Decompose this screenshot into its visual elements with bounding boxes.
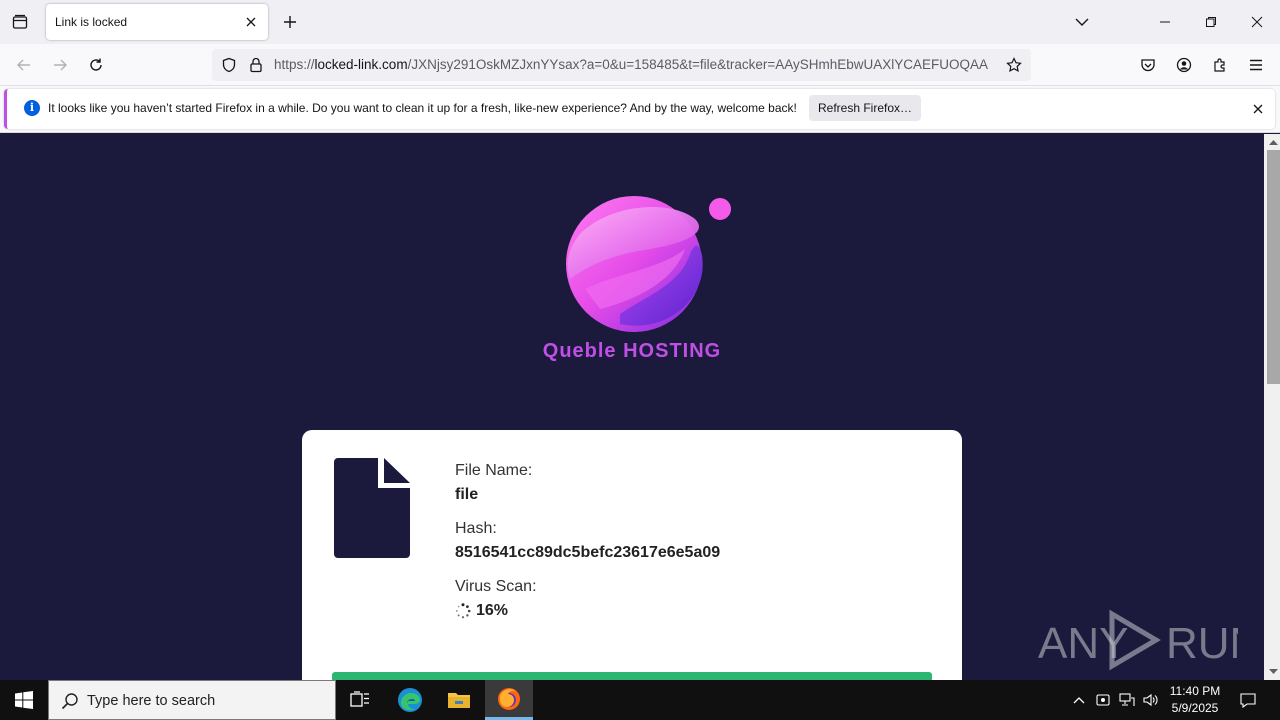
lock-icon[interactable] xyxy=(247,56,265,74)
hash-value: 8516541cc89dc5befc23617e6e5a09 xyxy=(455,544,721,561)
taskbar-search[interactable]: Type here to search xyxy=(48,680,336,720)
url-prefix: https:// xyxy=(274,57,315,72)
close-icon[interactable] xyxy=(1249,100,1267,118)
clock-time: 11:40 PM xyxy=(1169,684,1221,698)
file-name-value: file xyxy=(455,486,479,503)
notification-bar: i It looks like you haven’t started Fire… xyxy=(0,86,1280,133)
firefox-taskbar-icon[interactable] xyxy=(485,680,533,720)
network-icon[interactable] xyxy=(1116,680,1138,720)
tab-active[interactable]: Link is locked xyxy=(46,4,268,40)
new-tab-icon[interactable] xyxy=(278,10,302,34)
extensions-icon[interactable] xyxy=(1207,52,1233,78)
notification-message: It looks like you haven’t started Firefo… xyxy=(48,101,797,115)
back-icon[interactable] xyxy=(11,52,37,78)
search-placeholder: Type here to search xyxy=(87,693,216,709)
clock-date: 5/9/2025 xyxy=(1171,701,1219,715)
svg-text:RUN: RUN xyxy=(1166,619,1238,668)
refresh-firefox-button[interactable]: Refresh Firefox… xyxy=(809,95,921,121)
queble-logo xyxy=(560,194,740,334)
svg-text:ANY: ANY xyxy=(1038,619,1128,668)
file-explorer-icon[interactable] xyxy=(435,680,483,720)
notifications-icon[interactable] xyxy=(1236,680,1260,720)
taskbar: Type here to search 11:40 PM 5/9/2025 xyxy=(0,680,1280,720)
tray-chevron-icon[interactable] xyxy=(1068,680,1090,720)
tab-title: Link is locked xyxy=(55,15,128,29)
file-card: File Name: file Hash: 8516541cc89dc5befc… xyxy=(302,430,962,680)
url-bar[interactable]: https://locked-link.com/JXNjsy291OskMZJx… xyxy=(212,49,1031,81)
virus-scan-label: Virus Scan: xyxy=(455,578,537,595)
minimize-icon[interactable] xyxy=(1142,0,1188,44)
scroll-up-icon[interactable] xyxy=(1267,136,1279,148)
tab-close-icon[interactable] xyxy=(242,13,260,31)
pocket-icon[interactable] xyxy=(1135,52,1161,78)
account-icon[interactable] xyxy=(1171,52,1197,78)
info-icon: i xyxy=(24,100,40,116)
notification-box: i It looks like you haven’t started Fire… xyxy=(4,89,1275,129)
restore-icon[interactable] xyxy=(1188,0,1234,44)
reload-icon[interactable] xyxy=(83,52,109,78)
page-content: Queble HOSTING File Name: file Hash: 851… xyxy=(0,134,1264,680)
file-icon xyxy=(334,458,410,560)
firefox-view-icon[interactable] xyxy=(8,10,32,34)
forward-icon[interactable] xyxy=(47,52,73,78)
download-button[interactable] xyxy=(332,672,932,680)
virus-scan-value: 16% xyxy=(476,602,509,619)
tracking-protection-icon[interactable] xyxy=(220,56,238,74)
task-view-icon[interactable] xyxy=(336,680,384,720)
spinner-icon xyxy=(455,603,471,619)
search-icon xyxy=(61,692,79,715)
edge-icon[interactable] xyxy=(386,680,434,720)
scroll-down-icon[interactable] xyxy=(1267,666,1279,678)
close-window-icon[interactable] xyxy=(1234,0,1280,44)
list-all-tabs-icon[interactable] xyxy=(1070,10,1094,34)
page-scrollbar[interactable] xyxy=(1264,134,1280,680)
url-host: locked-link.com xyxy=(314,57,408,72)
file-name-label: File Name: xyxy=(455,462,533,479)
url-text[interactable]: https://locked-link.com/JXNjsy291OskMZJx… xyxy=(274,57,998,72)
volume-icon[interactable] xyxy=(1140,680,1162,720)
bookmark-star-icon[interactable] xyxy=(1005,56,1023,74)
tab-strip: Link is locked xyxy=(0,0,1280,44)
brand-name: Queble HOSTING xyxy=(542,340,722,362)
menu-icon[interactable] xyxy=(1243,52,1269,78)
meet-now-icon[interactable] xyxy=(1092,680,1114,720)
scroll-thumb[interactable] xyxy=(1267,150,1280,384)
hash-label: Hash: xyxy=(455,520,497,537)
clock[interactable]: 11:40 PM 5/9/2025 xyxy=(1160,683,1230,717)
anyrun-watermark: ANY RUN xyxy=(1038,608,1261,672)
url-path: /JXNjsy291OskMZJxnYYsax?a=0&u=158485&t=f… xyxy=(407,57,989,72)
nav-bar: https://locked-link.com/JXNjsy291OskMZJx… xyxy=(0,44,1280,86)
windows-start-icon[interactable] xyxy=(0,680,48,720)
